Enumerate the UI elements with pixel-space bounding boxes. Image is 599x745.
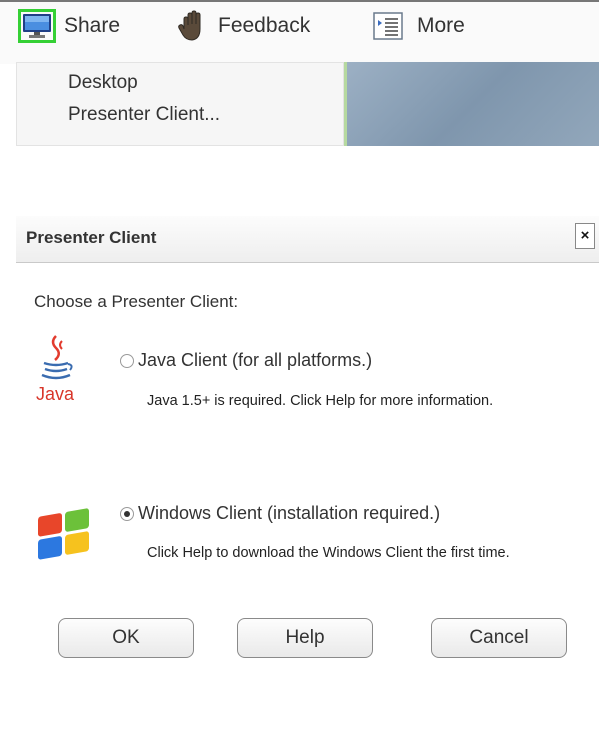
feedback-button[interactable]: Feedback xyxy=(176,8,310,44)
ok-button[interactable]: OK xyxy=(58,618,194,658)
raised-hand-icon xyxy=(178,10,201,41)
cancel-button[interactable]: Cancel xyxy=(431,618,567,658)
share-button[interactable]: Share xyxy=(18,8,120,44)
feedback-label: Feedback xyxy=(218,14,311,37)
windows-client-description: Click Help to download the Windows Clien… xyxy=(147,545,510,561)
java-client-radio[interactable] xyxy=(120,353,134,368)
toolbar: Share Feedback More xyxy=(0,0,599,64)
java-logo-icon: Java xyxy=(36,335,75,404)
menu-item-presenter-client[interactable]: Presenter Client... xyxy=(68,104,220,126)
java-logo-text: Java xyxy=(36,384,75,404)
background-area xyxy=(347,62,599,146)
windows-client-label: Windows Client (installation required.) xyxy=(138,503,441,523)
dialog-header: Presenter Client × xyxy=(16,216,599,263)
windows-client-option[interactable]: Windows Client (installation required.) xyxy=(120,503,440,524)
dialog-prompt: Choose a Presenter Client: xyxy=(34,292,239,311)
windows-client-radio[interactable] xyxy=(120,506,134,521)
more-label: More xyxy=(417,14,465,37)
presenter-client-dialog: Presenter Client × Choose a Presenter Cl… xyxy=(16,216,599,745)
more-button[interactable]: More xyxy=(373,8,465,44)
help-button[interactable]: Help xyxy=(237,618,373,658)
share-dropdown-menu: Desktop Presenter Client... xyxy=(16,62,347,146)
java-client-label: Java Client (for all platforms.) xyxy=(138,350,373,370)
java-client-description: Java 1.5+ is required. Click Help for mo… xyxy=(147,393,494,409)
close-button[interactable]: × xyxy=(575,223,595,249)
list-icon xyxy=(373,12,403,40)
java-client-option[interactable]: Java Client (for all platforms.) xyxy=(120,350,372,371)
dialog-title: Presenter Client xyxy=(26,228,157,247)
monitor-icon xyxy=(23,14,51,38)
windows-logo-icon xyxy=(38,508,89,560)
share-label: Share xyxy=(64,14,121,37)
menu-item-desktop[interactable]: Desktop xyxy=(68,72,138,94)
share-selected-highlight xyxy=(18,9,56,43)
